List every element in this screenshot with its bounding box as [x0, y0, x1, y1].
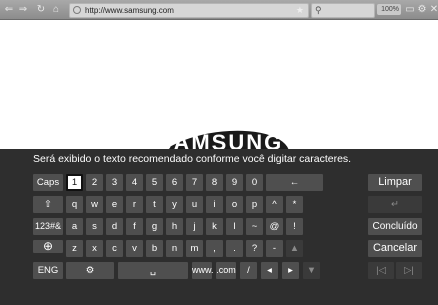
key-v[interactable]: v — [126, 240, 143, 257]
caps-key[interactable]: Caps — [33, 174, 63, 191]
key-m[interactable]: m — [186, 240, 203, 257]
key-d[interactable]: d — [106, 218, 123, 235]
virtual-keyboard: Será exibido o texto recomendado conform… — [0, 149, 438, 305]
back-icon[interactable]: ⇐ — [3, 3, 15, 16]
key-1[interactable]: 1 — [66, 174, 83, 191]
language-key[interactable]: ENG — [33, 262, 63, 279]
key-k[interactable]: k — [206, 218, 223, 235]
key-9[interactable]: 9 — [226, 174, 243, 191]
search-field[interactable]: ⚲ — [311, 3, 375, 18]
key-5[interactable]: 5 — [146, 174, 163, 191]
key-o[interactable]: o — [226, 196, 243, 213]
key-u[interactable]: u — [186, 196, 203, 213]
key-sym[interactable]: ~ — [246, 218, 263, 235]
key-c[interactable]: c — [106, 240, 123, 257]
key-h[interactable]: h — [166, 218, 183, 235]
key-z[interactable]: z — [66, 240, 83, 257]
key-sym[interactable]: @ — [266, 218, 283, 235]
slash-key[interactable]: / — [240, 262, 257, 279]
key-8[interactable]: 8 — [206, 174, 223, 191]
key-p[interactable]: p — [246, 196, 263, 213]
zoom-level[interactable]: 100% — [377, 4, 401, 15]
key-f[interactable]: f — [126, 218, 143, 235]
key-g[interactable]: g — [146, 218, 163, 235]
left-arrow-key[interactable]: ◂ — [261, 262, 278, 279]
search-icon: ⚲ — [315, 5, 322, 15]
right-arrow-key[interactable]: ▸ — [282, 262, 299, 279]
key-sym[interactable]: - — [266, 240, 283, 257]
key-4[interactable]: 4 — [126, 174, 143, 191]
key-y[interactable]: y — [166, 196, 183, 213]
cancel-button[interactable]: Cancelar — [368, 240, 422, 257]
key-e[interactable]: e — [106, 196, 123, 213]
home-icon[interactable]: ⌂ — [50, 3, 62, 16]
up-arrow-key: ▲ — [286, 240, 303, 257]
key-s[interactable]: s — [86, 218, 103, 235]
key-sym[interactable]: ? — [246, 240, 263, 257]
address-bar[interactable]: http://www.samsung.com ★ — [69, 3, 309, 18]
backspace-key[interactable]: ← — [266, 174, 323, 191]
close-icon[interactable]: ✕ — [428, 3, 438, 16]
key-3[interactable]: 3 — [106, 174, 123, 191]
key-sym[interactable]: ! — [286, 218, 303, 235]
keyboard-prompt: Será exibido o texto recomendado conform… — [33, 153, 352, 165]
browser-toolbar: ⇐ ⇒ ↻ ⌂ http://www.samsung.com ★ ⚲ 100% … — [0, 0, 438, 20]
shift-key[interactable]: ⇧ — [33, 196, 63, 213]
key-r[interactable]: r — [126, 196, 143, 213]
key-6[interactable]: 6 — [166, 174, 183, 191]
key-7[interactable]: 7 — [186, 174, 203, 191]
globe-icon — [73, 6, 81, 14]
key-sym[interactable]: * — [286, 196, 303, 213]
favorite-icon[interactable]: ★ — [296, 4, 304, 17]
reload-icon[interactable]: ↻ — [35, 3, 47, 16]
enter-key: ↵ — [368, 196, 422, 213]
key-b[interactable]: b — [146, 240, 163, 257]
symbols-key[interactable]: 123#& — [33, 218, 63, 235]
key-q[interactable]: q — [66, 196, 83, 213]
dotcom-key[interactable]: .com — [216, 262, 236, 279]
prev-icon: |◁ — [368, 262, 394, 279]
key-sym[interactable]: , — [206, 240, 223, 257]
key-t[interactable]: t — [146, 196, 163, 213]
key-l[interactable]: l — [226, 218, 243, 235]
key-0[interactable]: 0 — [246, 174, 263, 191]
clear-button[interactable]: Limpar — [368, 174, 422, 191]
key-i[interactable]: i — [206, 196, 223, 213]
menu-icon[interactable]: ▭ — [404, 3, 416, 16]
key-sym[interactable]: . — [226, 240, 243, 257]
key-n[interactable]: n — [166, 240, 183, 257]
key-w[interactable]: w — [86, 196, 103, 213]
forward-icon[interactable]: ⇒ — [17, 3, 29, 16]
down-arrow-key: ▼ — [303, 262, 320, 279]
language-globe-icon[interactable]: ⊕ — [33, 240, 63, 253]
www-key[interactable]: www. — [192, 262, 214, 279]
key-a[interactable]: a — [66, 218, 83, 235]
key-sym[interactable]: ^ — [266, 196, 283, 213]
settings-key[interactable]: ⚙ — [66, 262, 114, 279]
key-j[interactable]: j — [186, 218, 203, 235]
next-icon: ▷| — [396, 262, 422, 279]
address-url: http://www.samsung.com — [85, 6, 174, 15]
key-x[interactable]: x — [86, 240, 103, 257]
done-button[interactable]: Concluído — [368, 218, 422, 235]
key-2[interactable]: 2 — [86, 174, 103, 191]
space-key[interactable]: ␣ — [118, 262, 188, 279]
settings-icon[interactable]: ⚙ — [416, 3, 428, 16]
